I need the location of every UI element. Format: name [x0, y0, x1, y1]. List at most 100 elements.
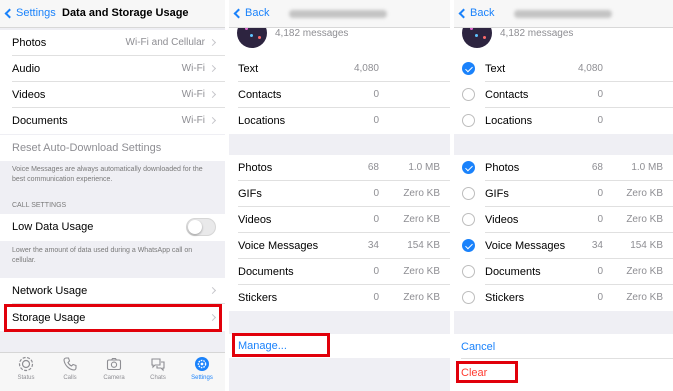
item-count: 0: [597, 188, 603, 199]
list-item[interactable]: Voice Messages 34 154 KB: [454, 233, 673, 259]
back-button[interactable]: Back: [233, 7, 269, 19]
tab-label: Settings: [191, 375, 213, 381]
chevron-left-icon: [233, 8, 244, 18]
list-item[interactable]: GIFs 0 Zero KB: [454, 181, 673, 207]
cancel-button[interactable]: Cancel: [454, 334, 673, 359]
gear-icon: [195, 357, 209, 371]
item-size: Zero KB: [403, 266, 440, 277]
item-count: 0: [373, 266, 379, 277]
blurred-contact-name: [289, 10, 387, 18]
row-label: Low Data Usage: [12, 221, 94, 233]
tab-calls[interactable]: Calls: [48, 356, 92, 381]
back-button[interactable]: Back: [458, 7, 494, 19]
call-settings-group: Low Data Usage: [0, 214, 225, 241]
camera-icon: [106, 357, 122, 371]
item-label: Voice Messages: [238, 240, 319, 252]
empty-circle-icon[interactable]: [462, 265, 475, 278]
item-size: Zero KB: [403, 292, 440, 303]
list-item[interactable]: Stickers 0 Zero KB: [454, 285, 673, 311]
checkmark-circle-icon[interactable]: [462, 239, 475, 252]
list-item: Photos 68 1.0 MB: [229, 155, 450, 181]
reset-label: Reset Auto-Download Settings: [12, 142, 162, 154]
item-size: Zero KB: [626, 214, 663, 225]
list-item[interactable]: Text 4,080: [454, 56, 673, 82]
item-count: 0: [373, 115, 379, 126]
item-count: 34: [591, 240, 603, 251]
tab-settings[interactable]: Settings: [180, 356, 224, 381]
clear-highlight: [456, 361, 518, 383]
row-label: Photos: [12, 37, 47, 49]
item-size: 1.0 MB: [631, 162, 663, 173]
item-label: Locations: [238, 115, 286, 127]
empty-circle-icon[interactable]: [462, 187, 475, 200]
chevron-right-icon: [208, 90, 217, 99]
item-label: Stickers: [485, 292, 525, 304]
media-types-group: Photos 68 1.0 MB GIFs 0 Zero KB Videos 0…: [454, 155, 673, 311]
item-count: 4,080: [577, 63, 603, 74]
low-data-note: Lower the amount of data used during a W…: [12, 247, 193, 264]
media-types-group: Photos 68 1.0 MB GIFs 0 Zero KB Videos 0…: [229, 155, 450, 311]
item-label: GIFs: [485, 188, 509, 200]
item-count: 0: [373, 188, 379, 199]
tab-status[interactable]: Status: [4, 356, 48, 381]
empty-circle-icon[interactable]: [462, 213, 475, 226]
chevron-right-icon: [208, 116, 217, 125]
list-item[interactable]: Locations 0: [454, 108, 673, 134]
list-item: Contacts 0: [229, 82, 450, 108]
list-item: Documents 0 Zero KB: [229, 259, 450, 285]
reset-auto-download-button[interactable]: Reset Auto-Download Settings: [0, 135, 225, 161]
voice-messages-note: Voice Messages are always automatically …: [12, 166, 203, 183]
list-item: Locations 0: [229, 108, 450, 134]
empty-circle-icon[interactable]: [462, 291, 475, 304]
network-usage-row[interactable]: Network Usage: [0, 278, 225, 304]
item-count: 0: [597, 115, 603, 126]
list-item[interactable]: Photos 68 1.0 MB: [454, 155, 673, 181]
list-item[interactable]: Videos 0 Zero KB: [454, 207, 673, 233]
item-count: 0: [373, 292, 379, 303]
item-size: Zero KB: [403, 214, 440, 225]
auto-download-videos-row[interactable]: Videos Wi-Fi: [0, 82, 225, 108]
item-size: Zero KB: [403, 188, 440, 199]
chat-storage-panel: 4,182 messages Back Text 4,080 Contacts …: [229, 0, 450, 391]
item-label: Voice Messages: [485, 240, 566, 252]
auto-download-documents-row[interactable]: Documents Wi-Fi: [0, 108, 225, 134]
call-settings-header: CALL SETTINGS: [12, 202, 67, 209]
list-item[interactable]: Contacts 0: [454, 82, 673, 108]
item-size: Zero KB: [626, 188, 663, 199]
item-label: GIFs: [238, 188, 262, 200]
list-item: Voice Messages 34 154 KB: [229, 233, 450, 259]
empty-circle-icon[interactable]: [462, 114, 475, 127]
clear-storage-panel: 4,182 messages Back Text 4,080 Contacts …: [454, 0, 673, 391]
status-icon: [18, 356, 34, 372]
list-item[interactable]: Documents 0 Zero KB: [454, 259, 673, 285]
checkmark-circle-icon[interactable]: [462, 62, 475, 75]
item-size: 154 KB: [407, 240, 440, 251]
row-label: Videos: [12, 89, 46, 101]
auto-download-group: Photos Wi-Fi and Cellular Audio Wi-Fi Vi…: [0, 30, 225, 134]
tab-chats[interactable]: Chats: [136, 356, 180, 381]
row-label: Audio: [12, 63, 41, 75]
tab-camera[interactable]: Camera: [92, 356, 136, 381]
item-count: 0: [373, 214, 379, 225]
item-size: 154 KB: [630, 240, 663, 251]
item-label: Photos: [238, 162, 273, 174]
row-value: Wi-Fi: [181, 115, 205, 126]
data-storage-settings-panel: Settings Data and Storage Usage Photos W…: [0, 0, 225, 391]
settings-back-button[interactable]: Settings: [4, 7, 56, 19]
message-types-group: Text 4,080 Contacts 0 Locations 0: [229, 56, 450, 134]
reset-group: Reset Auto-Download Settings: [0, 135, 225, 161]
tab-bar: Status Calls Camera Chats Settings: [0, 352, 225, 391]
list-item: Text 4,080: [229, 56, 450, 82]
auto-download-audio-row[interactable]: Audio Wi-Fi: [0, 56, 225, 82]
tab-label: Camera: [103, 375, 125, 381]
row-label: Documents: [12, 115, 68, 127]
item-label: Contacts: [238, 89, 282, 101]
low-data-usage-toggle[interactable]: [186, 218, 216, 236]
row-value: Wi-Fi: [181, 89, 205, 100]
auto-download-photos-row[interactable]: Photos Wi-Fi and Cellular: [0, 30, 225, 56]
empty-circle-icon[interactable]: [462, 88, 475, 101]
nav-bar: Settings Data and Storage Usage: [0, 0, 225, 28]
item-size: Zero KB: [626, 266, 663, 277]
row-value: Wi-Fi and Cellular: [125, 37, 205, 48]
checkmark-circle-icon[interactable]: [462, 161, 475, 174]
